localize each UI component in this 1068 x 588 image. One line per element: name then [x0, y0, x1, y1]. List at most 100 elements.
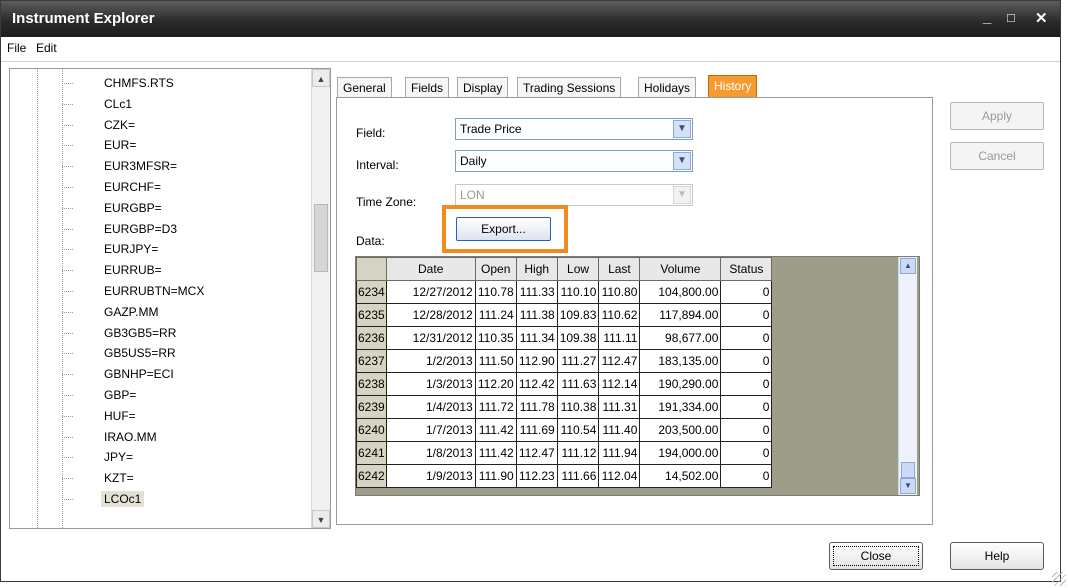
table-cell: 111.42 [474, 418, 517, 442]
instrument-tree[interactable]: CHMFS.RTS CLc1 CZK= EUR= EUR3MFSR= EURCHF= EUR… [9, 68, 331, 529]
column-open[interactable]: Open [474, 257, 517, 281]
column-volume[interactable]: Volume [639, 257, 722, 281]
chevron-down-icon[interactable]: ▼ [673, 152, 691, 170]
table-cell: 104,800.00 [639, 280, 722, 304]
close-button[interactable]: Close [829, 542, 923, 570]
scroll-up-icon[interactable]: ▲ [900, 258, 916, 274]
table-cell: 111.50 [474, 349, 517, 373]
close-window-button[interactable]: ✕ [1035, 9, 1048, 27]
column-status[interactable]: Status [720, 257, 773, 281]
tree-connector [62, 395, 73, 396]
tab-general[interactable]: General [337, 77, 392, 98]
table-cell: 98,677.00 [639, 326, 722, 350]
table-cell: 111.66 [556, 464, 600, 488]
table-cell: 111.72 [474, 395, 517, 419]
grid-scrollbar[interactable]: ▲ ▼ [898, 257, 917, 495]
tab-fields[interactable]: Fields [405, 77, 450, 98]
tree-connector [62, 145, 73, 147]
cancel-button[interactable]: Cancel [950, 142, 1044, 170]
tree-item-label: CLc1 [104, 96, 133, 111]
row-header: 6238 [356, 372, 387, 396]
table-cell: 0 [720, 418, 773, 442]
scroll-down-icon[interactable]: ▼ [900, 478, 916, 494]
table-cell: 111.38 [515, 303, 558, 327]
table-cell: 183,135.00 [639, 349, 722, 373]
table-cell: 111.94 [598, 441, 641, 465]
chevron-down-icon[interactable]: ▼ [673, 120, 691, 138]
tree-guide-line [37, 69, 38, 528]
table-row[interactable]: 6236 12/31/2012 110.35 111.34 109.38 111.11 98… [356, 326, 773, 350]
export-button[interactable]: Export... [456, 217, 551, 241]
maximize-button[interactable]: □ [1007, 10, 1015, 25]
table-row[interactable]: 6239 1/4/2013 111.72 111.78 110.38 111.31 191,… [356, 395, 773, 419]
help-button[interactable]: Help [950, 542, 1044, 570]
table-cell: 203,500.00 [639, 418, 722, 442]
table-cell: 110.78 [474, 280, 517, 304]
table-cell: 111.90 [474, 464, 517, 488]
tree-item-label: EURJPY= [104, 242, 159, 257]
window-title: Instrument Explorer [12, 10, 155, 27]
tree-connector [62, 291, 73, 292]
table-cell: 110.38 [556, 395, 600, 419]
table-cell: 111.12 [556, 441, 600, 465]
table-row[interactable]: 6234 12/27/2012 110.78 111.33 110.10 110.80 10… [356, 280, 773, 304]
tab-history[interactable]: History [708, 75, 758, 98]
table-cell: 1/3/2013 [385, 372, 476, 396]
tree-item-label: EURRUB= [104, 263, 162, 278]
menu-bar: File Edit [1, 37, 1060, 62]
tree-connector [62, 478, 73, 480]
table-row[interactable]: 6238 1/3/2013 112.20 112.42 111.63 112.14 190,… [356, 372, 773, 396]
timezone-select-value: LON [460, 188, 485, 202]
table-row[interactable]: 6242 1/9/2013 111.90 112.23 111.66 112.04 14,5… [356, 464, 773, 488]
table-cell: 0 [720, 326, 773, 350]
tree-connector [62, 103, 73, 105]
tree-item-label: CZK= [104, 117, 136, 132]
table-cell: 112.23 [515, 464, 558, 488]
column-low[interactable]: Low [556, 257, 600, 281]
grid-scroll-thumb[interactable] [901, 462, 915, 478]
column-high[interactable]: High [515, 257, 558, 281]
scroll-down-icon[interactable]: ▼ [312, 510, 330, 528]
table-row[interactable]: 6241 1/8/2013 111.42 112.47 111.12 111.94 194,… [356, 441, 773, 465]
tab-display[interactable]: Display [457, 77, 509, 98]
table-cell: 111.33 [515, 280, 558, 304]
history-grid[interactable]: Date Open High Low Last Volume Status 62… [355, 256, 920, 496]
table-row[interactable]: 6235 12/28/2012 111.24 111.38 109.83 110.62 11… [356, 303, 773, 327]
tree-item-label: HUF= [104, 408, 136, 423]
row-header: 6235 [356, 303, 387, 327]
tree-connector [62, 187, 73, 188]
table-cell: 1/8/2013 [385, 441, 476, 465]
tree-item-label: KZT= [104, 471, 134, 486]
timezone-label: Time Zone: [356, 195, 417, 209]
resize-grip-icon[interactable] [1052, 572, 1066, 586]
table-cell: 0 [720, 303, 773, 327]
table-cell: 1/7/2013 [385, 418, 476, 442]
table-cell: 111.42 [474, 441, 517, 465]
tree-item-label: JPY= [104, 450, 134, 465]
tab-holidays[interactable]: Holidays [638, 77, 697, 98]
tree-connector [62, 374, 73, 376]
data-label: Data: [356, 234, 385, 248]
tree-item-label: EURRUBTN=MCX [104, 284, 205, 298]
minimize-button[interactable]: _ [983, 9, 991, 26]
title-bar[interactable]: Instrument Explorer _ □ ✕ [1, 1, 1060, 37]
row-header: 6234 [356, 280, 387, 304]
table-cell: 112.90 [515, 349, 558, 373]
apply-button[interactable]: Apply [950, 102, 1044, 130]
field-label: Field: [356, 126, 386, 140]
table-cell: 112.47 [598, 349, 641, 373]
column-date[interactable]: Date [385, 257, 476, 281]
table-row[interactable]: 6240 1/7/2013 111.42 111.69 110.54 111.40 203,… [356, 418, 773, 442]
scroll-up-icon[interactable]: ▲ [312, 69, 330, 87]
field-select[interactable]: Trade Price ▼ [455, 118, 693, 140]
tree-connector [62, 249, 73, 251]
tree-scroll-thumb[interactable] [314, 204, 328, 272]
column-last[interactable]: Last [598, 257, 641, 281]
tab-trading-sessions[interactable]: Trading Sessions [517, 77, 622, 98]
menu-edit[interactable]: Edit [36, 41, 57, 55]
interval-select[interactable]: Daily ▼ [455, 150, 693, 172]
menu-file[interactable]: File [7, 41, 26, 55]
tree-scrollbar[interactable]: ▲ ▼ [311, 69, 330, 528]
table-cell: 111.27 [556, 349, 600, 373]
table-row[interactable]: 6237 1/2/2013 111.50 112.90 111.27 112.47 183,… [356, 349, 773, 373]
